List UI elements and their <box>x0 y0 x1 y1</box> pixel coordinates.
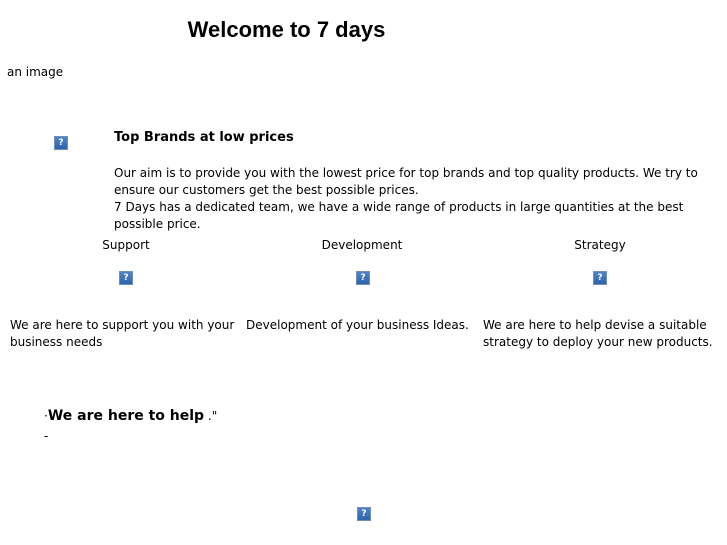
quote-close-mark: ." <box>204 409 218 423</box>
development-heading: Development <box>321 238 403 252</box>
support-image-icon: ? <box>119 271 133 285</box>
broken-image-icon: ? <box>54 136 68 150</box>
quote: ·We are here to help ." <box>44 407 217 425</box>
strategy-image-icon: ? <box>593 271 607 285</box>
image-alt-text: an image <box>7 65 64 79</box>
intro-paragraph-1: Our aim is to provide you with the lowes… <box>114 166 698 197</box>
quote-text: We are here to help <box>47 408 205 424</box>
footer-image-icon: ? <box>357 507 371 521</box>
quote-dash: - <box>44 429 49 443</box>
intro-paragraph: Our aim is to provide you with the lowes… <box>114 165 719 233</box>
development-image-icon: ? <box>356 271 370 285</box>
strategy-heading: Strategy <box>574 238 626 252</box>
intro-heading: Top Brands at low prices <box>114 130 294 145</box>
page-title: Welcome to 7 days <box>187 17 386 42</box>
strategy-text: We are here to help devise a suitable st… <box>483 318 713 349</box>
support-heading: Support <box>102 238 150 252</box>
intro-paragraph-2: 7 Days has a dedicated team, we have a w… <box>114 200 684 231</box>
support-text: We are here to support you with your bus… <box>10 318 235 349</box>
development-text: Development of your business Ideas. <box>246 318 469 332</box>
